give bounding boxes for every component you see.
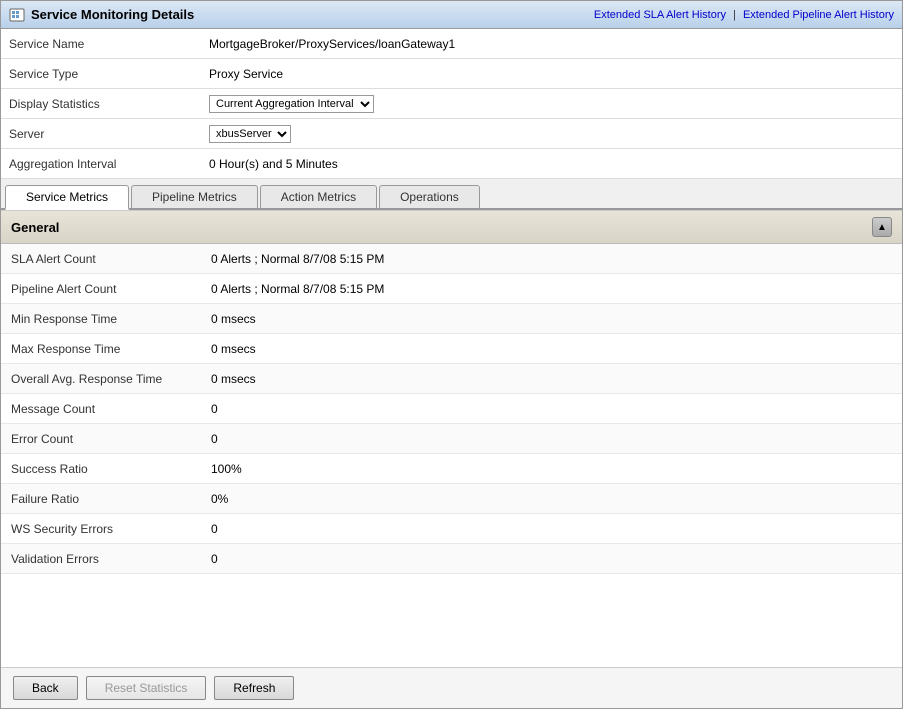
error-count-row: Error Count 0 bbox=[1, 424, 902, 454]
sla-alert-count-row: SLA Alert Count 0 Alerts ; Normal 8/7/08… bbox=[1, 244, 902, 274]
error-count-value: 0 bbox=[211, 432, 218, 446]
tab-action-metrics[interactable]: Action Metrics bbox=[260, 185, 377, 208]
success-ratio-value: 100% bbox=[211, 462, 242, 476]
sla-alert-count-label: SLA Alert Count bbox=[11, 252, 211, 266]
content-panel: General ▲ SLA Alert Count 0 Alerts ; Nor… bbox=[1, 210, 902, 667]
tabs-bar: Service Metrics Pipeline Metrics Action … bbox=[1, 179, 902, 210]
server-label: Server bbox=[9, 127, 209, 141]
min-response-time-value: 0 msecs bbox=[211, 312, 256, 326]
overall-avg-response-time-value: 0 msecs bbox=[211, 372, 256, 386]
service-type-value: Proxy Service bbox=[209, 67, 283, 81]
success-ratio-label: Success Ratio bbox=[11, 462, 211, 476]
tab-service-metrics[interactable]: Service Metrics bbox=[5, 185, 129, 210]
main-container: Service Monitoring Details Extended SLA … bbox=[0, 0, 903, 709]
service-type-label: Service Type bbox=[9, 67, 209, 81]
reset-statistics-button[interactable]: Reset Statistics bbox=[86, 676, 207, 700]
extended-sla-link[interactable]: Extended SLA Alert History bbox=[594, 9, 726, 21]
header-left: Service Monitoring Details bbox=[9, 7, 194, 23]
service-name-value: MortgageBroker/ProxyServices/loanGateway… bbox=[209, 37, 455, 51]
failure-ratio-label: Failure Ratio bbox=[11, 492, 211, 506]
server-wrapper: xbusServer bbox=[209, 125, 291, 143]
ws-security-errors-label: WS Security Errors bbox=[11, 522, 211, 536]
collapse-button[interactable]: ▲ bbox=[872, 217, 892, 237]
max-response-time-label: Max Response Time bbox=[11, 342, 211, 356]
service-name-label: Service Name bbox=[9, 37, 209, 51]
ws-security-errors-value: 0 bbox=[211, 522, 218, 536]
max-response-time-row: Max Response Time 0 msecs bbox=[1, 334, 902, 364]
sla-alert-count-value: 0 Alerts ; Normal 8/7/08 5:15 PM bbox=[211, 252, 384, 266]
success-ratio-row: Success Ratio 100% bbox=[1, 454, 902, 484]
section-header: General ▲ bbox=[1, 210, 902, 244]
page-title: Service Monitoring Details bbox=[31, 7, 194, 22]
extended-pipeline-link[interactable]: Extended Pipeline Alert History bbox=[743, 9, 894, 21]
overall-avg-response-time-label: Overall Avg. Response Time bbox=[11, 372, 211, 386]
tab-operations[interactable]: Operations bbox=[379, 185, 480, 208]
footer: Back Reset Statistics Refresh bbox=[1, 667, 902, 708]
failure-ratio-value: 0% bbox=[211, 492, 228, 506]
display-statistics-select[interactable]: Current Aggregation Interval Last 10 Min… bbox=[209, 95, 374, 113]
metrics-list: SLA Alert Count 0 Alerts ; Normal 8/7/08… bbox=[1, 244, 902, 574]
message-count-row: Message Count 0 bbox=[1, 394, 902, 424]
display-statistics-wrapper: Current Aggregation Interval Last 10 Min… bbox=[209, 95, 374, 113]
message-count-value: 0 bbox=[211, 402, 218, 416]
section-title: General bbox=[11, 220, 59, 235]
ws-security-errors-row: WS Security Errors 0 bbox=[1, 514, 902, 544]
link-separator: | bbox=[733, 9, 739, 21]
service-monitoring-icon bbox=[9, 7, 25, 23]
min-response-time-row: Min Response Time 0 msecs bbox=[1, 304, 902, 334]
pipeline-alert-count-label: Pipeline Alert Count bbox=[11, 282, 211, 296]
refresh-button[interactable]: Refresh bbox=[214, 676, 294, 700]
tab-pipeline-metrics[interactable]: Pipeline Metrics bbox=[131, 185, 258, 208]
validation-errors-value: 0 bbox=[211, 552, 218, 566]
min-response-time-label: Min Response Time bbox=[11, 312, 211, 326]
form-area: Service Name MortgageBroker/ProxyService… bbox=[1, 29, 902, 179]
header: Service Monitoring Details Extended SLA … bbox=[1, 1, 902, 29]
error-count-label: Error Count bbox=[11, 432, 211, 446]
overall-avg-response-time-row: Overall Avg. Response Time 0 msecs bbox=[1, 364, 902, 394]
pipeline-alert-count-value: 0 Alerts ; Normal 8/7/08 5:15 PM bbox=[211, 282, 384, 296]
server-select[interactable]: xbusServer bbox=[209, 125, 291, 143]
aggregation-interval-row: Aggregation Interval 0 Hour(s) and 5 Min… bbox=[1, 149, 902, 179]
max-response-time-value: 0 msecs bbox=[211, 342, 256, 356]
header-links: Extended SLA Alert History | Extended Pi… bbox=[594, 9, 894, 21]
service-name-row: Service Name MortgageBroker/ProxyService… bbox=[1, 29, 902, 59]
message-count-label: Message Count bbox=[11, 402, 211, 416]
aggregation-interval-value: 0 Hour(s) and 5 Minutes bbox=[209, 157, 338, 171]
validation-errors-row: Validation Errors 0 bbox=[1, 544, 902, 574]
display-statistics-row: Display Statistics Current Aggregation I… bbox=[1, 89, 902, 119]
service-type-row: Service Type Proxy Service bbox=[1, 59, 902, 89]
pipeline-alert-count-row: Pipeline Alert Count 0 Alerts ; Normal 8… bbox=[1, 274, 902, 304]
server-row: Server xbusServer bbox=[1, 119, 902, 149]
back-button[interactable]: Back bbox=[13, 676, 78, 700]
failure-ratio-row: Failure Ratio 0% bbox=[1, 484, 902, 514]
validation-errors-label: Validation Errors bbox=[11, 552, 211, 566]
aggregation-interval-label: Aggregation Interval bbox=[9, 157, 209, 171]
display-statistics-label: Display Statistics bbox=[9, 97, 209, 111]
